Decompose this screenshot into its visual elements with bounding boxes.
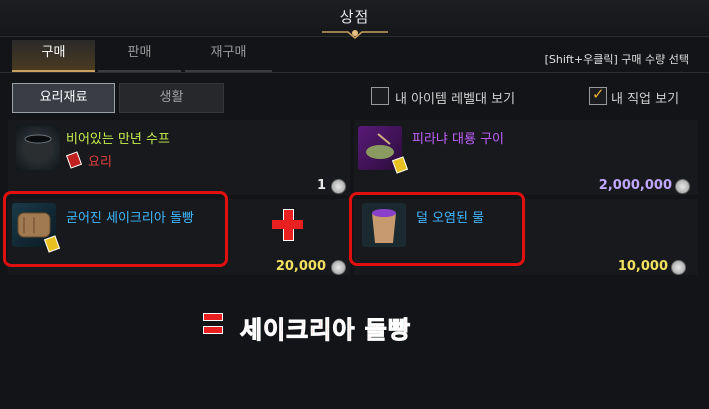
silver-coin-icon <box>671 260 686 275</box>
divider <box>0 72 709 73</box>
list-item[interactable]: 피라냐 대룡 구이 2,000,000 <box>354 120 698 195</box>
item-price: 10,000 <box>617 259 668 274</box>
level-view-checkbox[interactable] <box>371 87 389 105</box>
recipe-icon <box>65 151 83 169</box>
item-price: 2,000,000 <box>598 178 672 193</box>
item-price: 20,000 <box>275 259 326 274</box>
title-bar: 상점 <box>0 0 709 39</box>
item-price: 1 <box>316 178 326 193</box>
list-item[interactable]: 비어있는 만년 수프 요리 1 <box>8 120 350 195</box>
item-name: 피라냐 대룡 구이 <box>412 132 504 147</box>
purchase-hint: [Shift+우클릭] 구매 수량 선택 <box>544 53 689 66</box>
silver-coin-icon <box>331 179 346 194</box>
class-view-checkbox[interactable]: ✓ <box>589 85 607 105</box>
class-view-label: 내 직업 보기 <box>611 92 680 107</box>
subtab-life[interactable]: 생활 <box>119 83 224 113</box>
cauldron-icon <box>16 126 60 170</box>
tag-icon <box>391 156 409 174</box>
tab-rebuy[interactable]: 재구매 <box>185 40 272 72</box>
highlight-box <box>3 191 228 267</box>
level-view-label: 내 아이템 레벨대 보기 <box>395 92 516 107</box>
item-name: 비어있는 만년 수프 <box>66 132 170 147</box>
checkmark-icon: ✓ <box>592 85 605 103</box>
item-category: 요리 <box>88 155 112 170</box>
subtab-cooking-ingredients[interactable]: 요리재료 <box>12 83 115 113</box>
silver-coin-icon <box>331 260 346 275</box>
tab-sell[interactable]: 판매 <box>98 40 181 72</box>
ornament-icon <box>322 30 388 39</box>
highlight-box <box>349 192 525 266</box>
silver-coin-icon <box>675 179 690 194</box>
result-label: 세이크리아 돌빵 <box>240 316 411 345</box>
tab-buy[interactable]: 구매 <box>12 40 95 72</box>
